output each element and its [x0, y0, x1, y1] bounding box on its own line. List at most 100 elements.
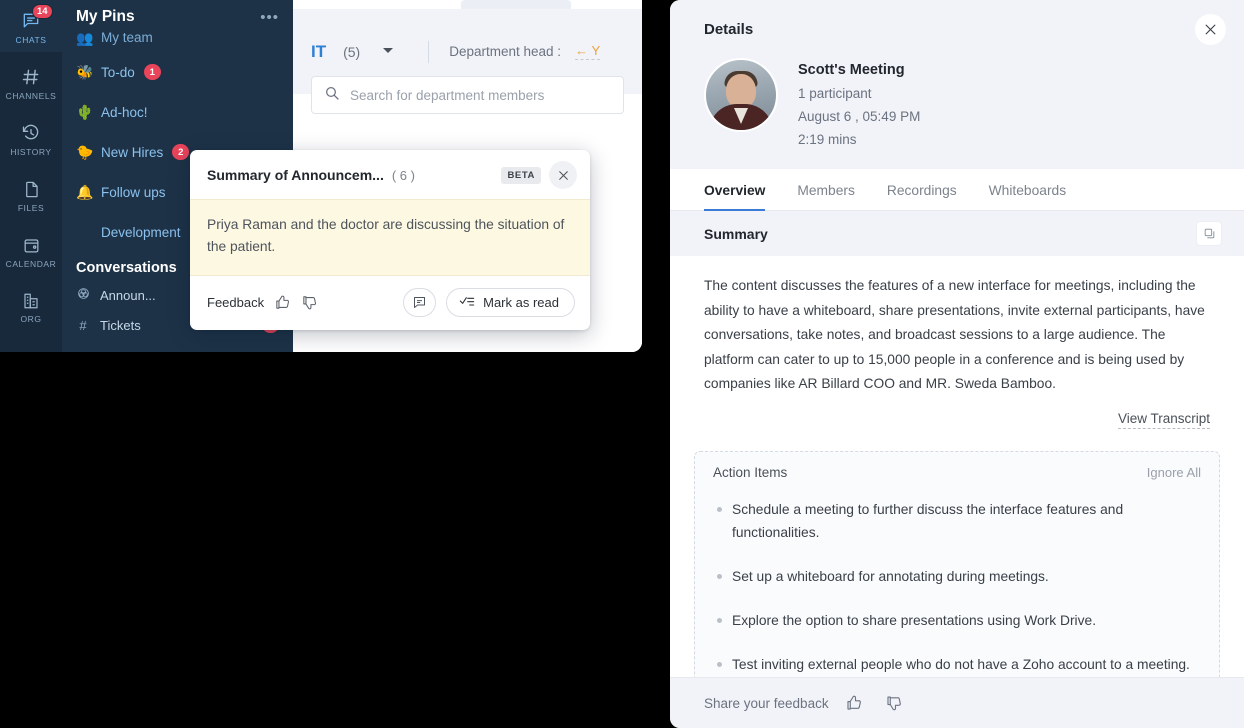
chick-icon: 🐤 [76, 144, 92, 161]
summary-heading: Summary [704, 226, 768, 242]
check-list-icon [459, 294, 475, 311]
search-input[interactable]: Search for department members [311, 76, 624, 114]
action-item[interactable]: Set up a whiteboard for annotating durin… [713, 555, 1201, 599]
avatar-face [726, 74, 756, 108]
rail-item-files[interactable]: FILES [0, 168, 62, 224]
rail-label-history: HISTORY [10, 147, 51, 157]
rail-label-org: ORG [20, 314, 41, 324]
pin-badge-new-hires: 2 [172, 144, 189, 160]
rail-item-org[interactable]: ORG [0, 280, 62, 336]
action-item[interactable]: Test inviting external people who do not… [713, 643, 1201, 677]
tab-strip [293, 0, 642, 9]
meeting-datetime: August 6 , 05:49 PM [798, 109, 920, 124]
bullet-icon [717, 618, 722, 623]
mark-as-read-button[interactable]: Mark as read [446, 288, 575, 317]
rail-label-channels: CHANNELS [6, 91, 57, 101]
thumbs-up-icon[interactable] [845, 694, 863, 712]
pins-header: My Pins ••• [62, 0, 293, 30]
action-item[interactable]: Explore the option to share presentation… [713, 599, 1201, 643]
bullet-icon [717, 662, 722, 667]
thumbs-up-icon[interactable] [274, 294, 291, 311]
summary-popup: Summary of Announcem... ( 6 ) BETA Priya… [190, 150, 590, 330]
rail-item-calendar[interactable]: CALENDAR [0, 224, 62, 280]
pin-item-my-team[interactable]: 👥 My team [62, 30, 293, 52]
meeting-summary-row: Scott's Meeting 1 participant August 6 ,… [670, 46, 1244, 147]
pin-item-ad-hoc[interactable]: 🌵 Ad-hoc! [62, 92, 293, 132]
thumbs-down-icon[interactable] [301, 294, 318, 311]
pin-label-to-do: To-do [101, 65, 135, 80]
org-icon [22, 292, 40, 310]
avatar [704, 58, 778, 132]
meeting-duration: 2:19 mins [798, 132, 920, 147]
conversation-label-announcements: Announ... [100, 288, 156, 303]
summary-popup-header: Summary of Announcem... ( 6 ) BETA [190, 150, 590, 199]
chevron-down-icon[interactable] [382, 46, 394, 58]
department-head-value[interactable]: ← Y [575, 43, 600, 60]
summary-popup-close-button[interactable] [549, 161, 577, 189]
share-feedback-label: Share your feedback [704, 696, 829, 711]
action-item-text: Explore the option to share presentation… [732, 609, 1096, 633]
chat-app-window: CHATS 14 CHANNELS HISTORY FILES [0, 0, 642, 352]
search-placeholder: Search for department members [350, 88, 544, 103]
rail-item-channels[interactable]: CHANNELS [0, 56, 62, 112]
rail-label-chats: CHATS [16, 35, 47, 45]
comment-button[interactable] [403, 288, 436, 317]
tab-recordings[interactable]: Recordings [887, 169, 957, 211]
rail-label-files: FILES [18, 203, 44, 213]
details-footer: Share your feedback [670, 677, 1244, 728]
details-header: Details Scott's Meeting 1 participant Au… [670, 0, 1244, 169]
action-item-text: Schedule a meeting to further discuss th… [732, 498, 1201, 545]
meeting-participants: 1 participant [798, 86, 920, 101]
bullet-icon [717, 574, 722, 579]
history-icon [21, 123, 41, 143]
action-items-heading: Action Items [713, 465, 787, 480]
rail-item-history[interactable]: HISTORY [0, 112, 62, 168]
summary-popup-body: Priya Raman and the doctor are discussin… [190, 199, 590, 276]
pin-label-ad-hoc: Ad-hoc! [101, 105, 148, 120]
conversation-label-tickets: Tickets [100, 318, 141, 333]
details-tabs: Overview Members Recordings Whiteboards [670, 169, 1244, 211]
globe-icon [76, 287, 90, 303]
summary-popup-title: Summary of Announcem... [207, 167, 384, 183]
pin-badge-to-do: 1 [144, 64, 161, 80]
hash-icon: # [76, 318, 90, 333]
pins-title: My Pins [76, 8, 135, 26]
tab-members[interactable]: Members [797, 169, 855, 211]
action-item[interactable]: Schedule a meeting to further discuss th… [713, 488, 1201, 555]
department-name[interactable]: IT [311, 42, 326, 62]
summary-popup-footer: Feedback Mark as read [190, 276, 590, 330]
copy-icon[interactable] [1196, 221, 1222, 246]
ignore-all-button[interactable]: Ignore All [1147, 465, 1201, 480]
action-item-text: Test inviting external people who do not… [732, 653, 1190, 677]
search-icon [324, 85, 340, 106]
pin-label-my-team: My team [101, 30, 153, 45]
thumbs-down-icon[interactable] [885, 694, 903, 712]
pin-label-new-hires: New Hires [101, 145, 163, 160]
details-close-button[interactable] [1195, 14, 1226, 45]
tab-whiteboards[interactable]: Whiteboards [989, 169, 1066, 211]
summary-section-header: Summary [670, 211, 1244, 256]
details-content: Summary The content discusses the featur… [670, 211, 1244, 677]
action-items-header: Action Items Ignore All [713, 465, 1201, 480]
bell-icon: 🔔 [76, 184, 92, 201]
meeting-info: Scott's Meeting 1 participant August 6 ,… [798, 58, 920, 147]
pin-label-follow-ups: Follow ups [101, 185, 166, 200]
pins-more-icon[interactable]: ••• [260, 9, 279, 26]
rail-item-partial[interactable] [0, 336, 62, 352]
search-area: Search for department members [293, 76, 642, 114]
summary-popup-count: ( 6 ) [392, 168, 415, 183]
summary-text: The content discusses the features of a … [670, 256, 1244, 397]
app-rail: CHATS 14 CHANNELS HISTORY FILES [0, 0, 62, 352]
bullet-icon [717, 507, 722, 512]
view-transcript-link[interactable]: View Transcript [1118, 411, 1210, 429]
calendar-icon [22, 236, 41, 255]
pin-item-to-do[interactable]: 🐝 To-do 1 [62, 52, 293, 92]
inactive-tab[interactable] [461, 0, 571, 9]
rail-item-chats[interactable]: CHATS 14 [0, 0, 62, 56]
pin-label-development: Development [101, 225, 181, 240]
details-topbar: Details [670, 0, 1244, 46]
header-divider [428, 41, 429, 63]
tab-overview[interactable]: Overview [704, 169, 765, 211]
people-icon: 👥 [76, 30, 92, 47]
transcript-row: View Transcript [670, 397, 1244, 429]
